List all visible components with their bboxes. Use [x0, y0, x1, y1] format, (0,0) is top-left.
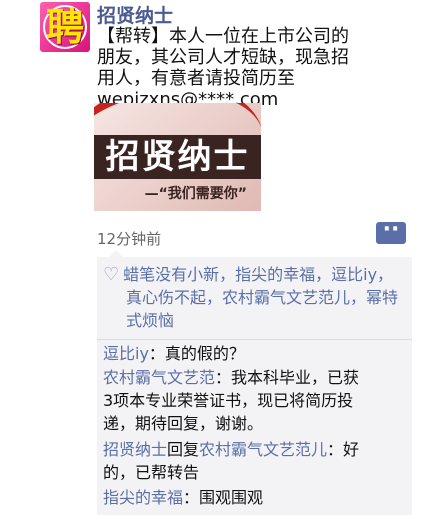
comment-author[interactable]: 指尖的幸福: [103, 488, 183, 507]
comment-line: 农村霸气文艺范：我本科毕业，已获: [103, 366, 408, 389]
likes-line[interactable]: 真心伤不起，农村霸气文艺范儿，幂特: [103, 286, 408, 309]
likes-names[interactable]: 蜡笔没有小新，指尖的幸福，逗比iy，: [123, 265, 393, 284]
likes-line: ♡ 蜡笔没有小新，指尖的幸福，逗比iy，: [103, 263, 408, 286]
comment-text: 的，已帮转告: [103, 463, 200, 482]
comment-item[interactable]: 农村霸气文艺范：我本科毕业，已获 3项本专业荣誉证书，现已将简历投 递，期待回复…: [103, 366, 408, 435]
reply-word: 回复: [167, 440, 200, 459]
comment-author[interactable]: 农村霸气文艺范: [103, 368, 215, 387]
post-text-line: 朋友，其公司人才短缺，现急招: [97, 47, 349, 68]
post-author-name[interactable]: 招贤纳士: [97, 1, 173, 28]
comment-text: ：围观围观: [183, 488, 264, 507]
comment-text: ：真的假的？: [148, 344, 245, 363]
post-text-line: 【帮转】本人一位在上市公司的: [97, 26, 349, 47]
avatar[interactable]: 聘: [40, 2, 90, 52]
comment-author[interactable]: 招贤纳士: [103, 440, 167, 459]
comment-text: 递，期待回复，谢谢。: [103, 414, 264, 433]
heart-outline-icon: ♡: [103, 264, 120, 285]
image-subtitle: —“我们需要你”: [144, 186, 247, 202]
comment-author[interactable]: 逗比iy: [103, 344, 149, 363]
likes-line[interactable]: 式烦恼: [103, 309, 408, 332]
post-timestamp: 12分钟前: [97, 230, 162, 248]
comment-text: 3项本专业荣誉证书，现已将简历投: [103, 391, 354, 410]
post-image[interactable]: 招贤纳士 —“我们需要你”: [94, 103, 261, 211]
image-title: 招贤纳士: [105, 137, 250, 177]
comment-section-notch: [109, 250, 123, 257]
comment-section: ♡ 蜡笔没有小新，指尖的幸福，逗比iy， 真心伤不起，农村霸气文艺范儿，幂特 式烦…: [97, 250, 412, 515]
comment-item[interactable]: 指尖的幸福：围观围观: [103, 486, 408, 509]
reply-target[interactable]: 农村霸气文艺范儿: [199, 440, 327, 459]
likes-divider: [97, 339, 412, 340]
comment-item[interactable]: 招贤纳士回复农村霸气文艺范儿：好 的，已帮转告: [103, 438, 408, 484]
comment-text: ：我本科毕业，已获: [215, 368, 360, 387]
likes-list: ♡ 蜡笔没有小新，指尖的幸福，逗比iy， 真心伤不起，农村霸气文艺范儿，幂特 式烦…: [103, 263, 408, 332]
comment-button[interactable]: ··: [376, 217, 406, 244]
comment-line: 招贤纳士回复农村霸气文艺范儿：好: [103, 438, 408, 461]
comment-item[interactable]: 逗比iy：真的假的？: [103, 342, 408, 365]
avatar-glyph: 聘: [45, 5, 84, 49]
post-text: 【帮转】本人一位在上市公司的 朋友，其公司人才短缺，现急招 用人，有意者请投简历…: [97, 26, 415, 110]
post-text-line: 用人，有意者请投简历至: [97, 68, 295, 89]
comment-text: ：好: [327, 440, 360, 459]
more-dots-icon: ··: [382, 217, 400, 242]
